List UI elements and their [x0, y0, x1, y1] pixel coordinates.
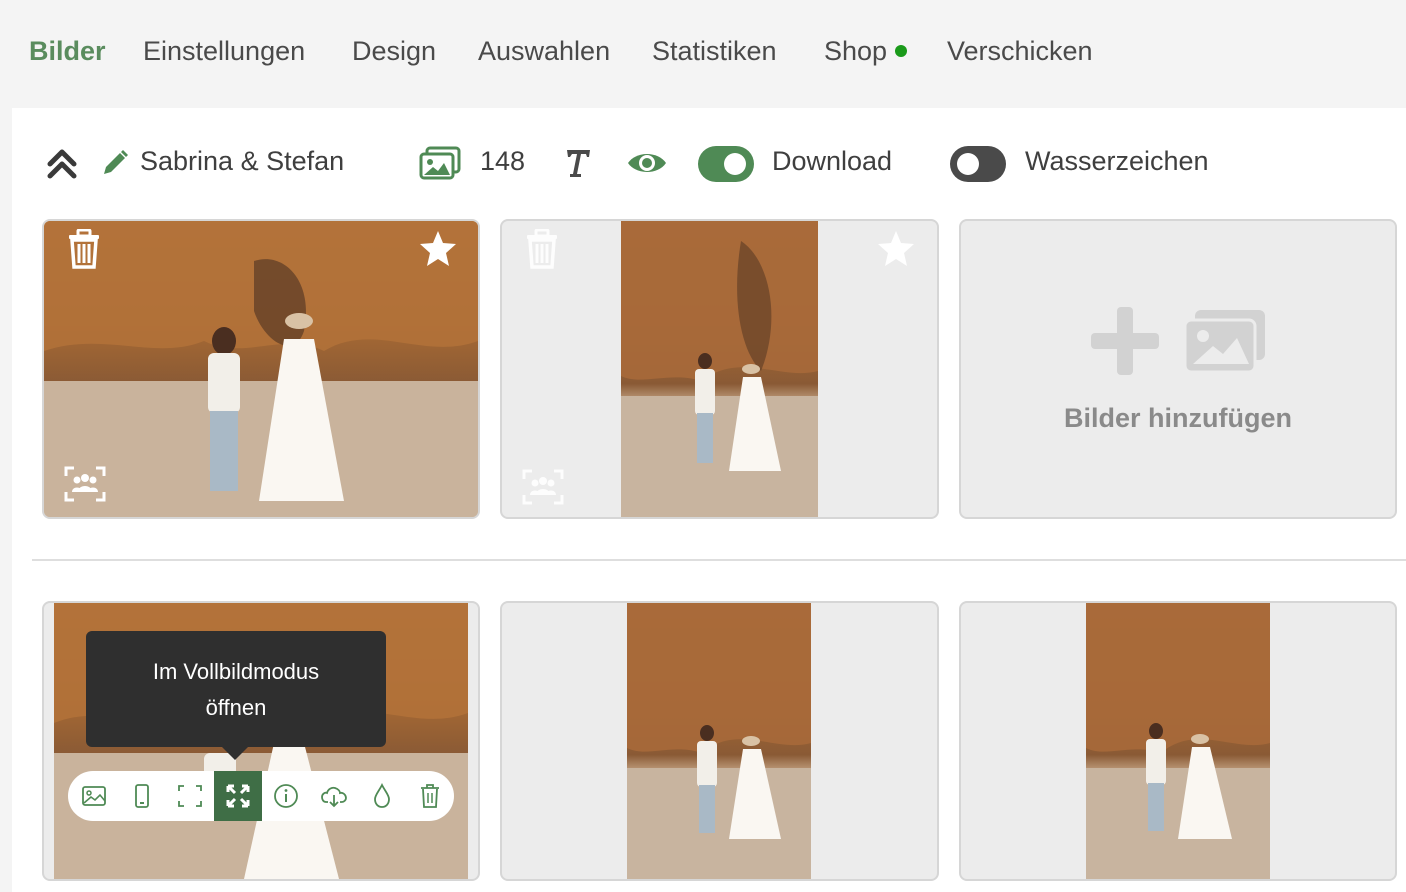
- section-divider: [32, 559, 1406, 561]
- tab-einstellungen[interactable]: Einstellungen: [143, 36, 305, 67]
- eye-icon[interactable]: [626, 148, 668, 178]
- trash-icon[interactable]: [406, 771, 454, 821]
- download-toggle[interactable]: [698, 146, 754, 182]
- photo-couple-beach: [1086, 603, 1270, 879]
- cloud-download-icon[interactable]: [310, 771, 358, 821]
- image-icon[interactable]: [70, 771, 118, 821]
- text-icon[interactable]: [564, 146, 592, 180]
- toggle-knob: [724, 153, 746, 175]
- photo-couple-beach: [621, 221, 818, 517]
- tooltip-arrow: [221, 746, 249, 760]
- fullscreen-icon[interactable]: [214, 771, 262, 821]
- crop-icon[interactable]: [166, 771, 214, 821]
- face-recognition-icon[interactable]: [64, 466, 106, 507]
- photo-couple-beach: [627, 603, 811, 879]
- tab-statistiken[interactable]: Statistiken: [652, 36, 777, 67]
- gallery-toolbar: Sabrina & Stefan 148 Download Wasserzeic…: [12, 108, 1406, 218]
- tab-verschicken[interactable]: Verschicken: [947, 36, 1093, 67]
- fullscreen-tooltip: Im Vollbildmodus öffnen: [86, 631, 386, 747]
- tab-bilder[interactable]: Bilder: [29, 36, 106, 67]
- star-icon[interactable]: [876, 229, 916, 274]
- image-count: 148: [480, 146, 526, 176]
- image-card[interactable]: [959, 601, 1397, 881]
- download-label: Download: [772, 146, 893, 176]
- watermark-toggle-switch[interactable]: [950, 146, 1006, 182]
- pencil-icon[interactable]: [100, 148, 130, 178]
- gallery-name[interactable]: Sabrina & Stefan: [140, 146, 344, 177]
- image-action-bar: [68, 771, 454, 821]
- add-images-card[interactable]: Bilder hinzufügen: [959, 219, 1397, 519]
- chevrons-up-icon[interactable]: [46, 146, 78, 180]
- tooltip-line-1: Im Vollbildmodus: [152, 659, 320, 684]
- tab-design[interactable]: Design: [352, 36, 436, 67]
- face-recognition-icon[interactable]: [522, 469, 564, 510]
- top-navigation: Bilder Einstellungen Design Auswahlen St…: [0, 0, 1406, 108]
- trash-icon[interactable]: [66, 228, 102, 274]
- drop-icon[interactable]: [358, 771, 406, 821]
- tab-shop[interactable]: Shop: [824, 36, 908, 67]
- tab-auswahlen[interactable]: Auswahlen: [478, 36, 610, 67]
- watermark-label: Wasserzeichen: [1025, 146, 1209, 176]
- image-card[interactable]: [42, 219, 480, 519]
- photo-couple-beach: [44, 221, 478, 517]
- image-card[interactable]: [500, 601, 939, 881]
- add-images-icons: [1089, 305, 1267, 377]
- star-icon[interactable]: [418, 229, 458, 274]
- images-icon: [1183, 309, 1265, 373]
- toggle-knob: [957, 153, 979, 175]
- phone-icon[interactable]: [118, 771, 166, 821]
- tab-shop-label: Shop: [824, 36, 888, 66]
- download-toggle-switch[interactable]: [698, 146, 754, 182]
- info-icon[interactable]: [262, 771, 310, 821]
- plus-icon: [1091, 306, 1159, 375]
- tooltip-line-2: öffnen: [205, 695, 267, 720]
- trash-icon[interactable]: [524, 228, 560, 274]
- watermark-toggle[interactable]: [950, 146, 1006, 182]
- shop-status-dot: [895, 44, 908, 57]
- add-images-label: Bilder hinzufügen: [1064, 402, 1292, 433]
- image-card[interactable]: [500, 219, 939, 519]
- images-icon: [419, 146, 461, 180]
